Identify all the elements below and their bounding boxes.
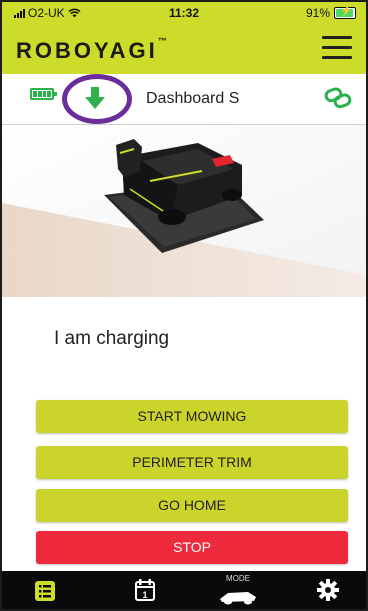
bottom-tab-bar: 1 MODE [2,571,366,609]
roboyagi-logo: ROBOYAGI™ [16,36,167,63]
stop-button[interactable]: STOP [36,531,348,564]
tab-mode[interactable]: MODE [216,571,260,609]
tab-schedule[interactable]: 1 [130,571,160,609]
arrow-down-icon [85,87,105,109]
mower-image [2,125,366,297]
battery-percent: 91% [305,6,330,20]
svg-text:1: 1 [142,590,147,600]
tab-dashboard[interactable] [32,571,62,609]
battery-full-icon [30,88,57,100]
list-icon [35,581,55,601]
mower-mode-icon [220,592,256,605]
perimeter-trim-button[interactable]: PERIMETER TRIM [36,446,348,479]
robot-mower-illustration [2,125,366,297]
app-header: ROBOYAGI™ [2,24,366,74]
mower-status-text: I am charging [54,328,170,349]
hamburger-icon [322,36,352,39]
link-icon[interactable] [324,86,352,110]
mode-label: MODE [226,574,250,583]
dashboard-row: Dashboard S [2,74,366,125]
status-bar-right: 91% ⚡ [306,6,356,20]
gear-icon [317,579,339,601]
dashboard-title: Dashboard S [146,90,240,107]
battery-charging-icon: ⚡ [334,6,356,19]
go-home-button[interactable]: GO HOME [36,489,348,522]
calendar-icon: 1 [135,579,155,601]
status-bar: O2-UK 11:32 91% ⚡ [2,2,366,24]
menu-button[interactable] [322,36,352,62]
tab-settings[interactable] [314,571,344,609]
start-mowing-button[interactable]: START MOWING [36,400,348,433]
app-window: O2-UK 11:32 91% ⚡ ROBOYAGI™ Dashboard S … [0,0,368,611]
